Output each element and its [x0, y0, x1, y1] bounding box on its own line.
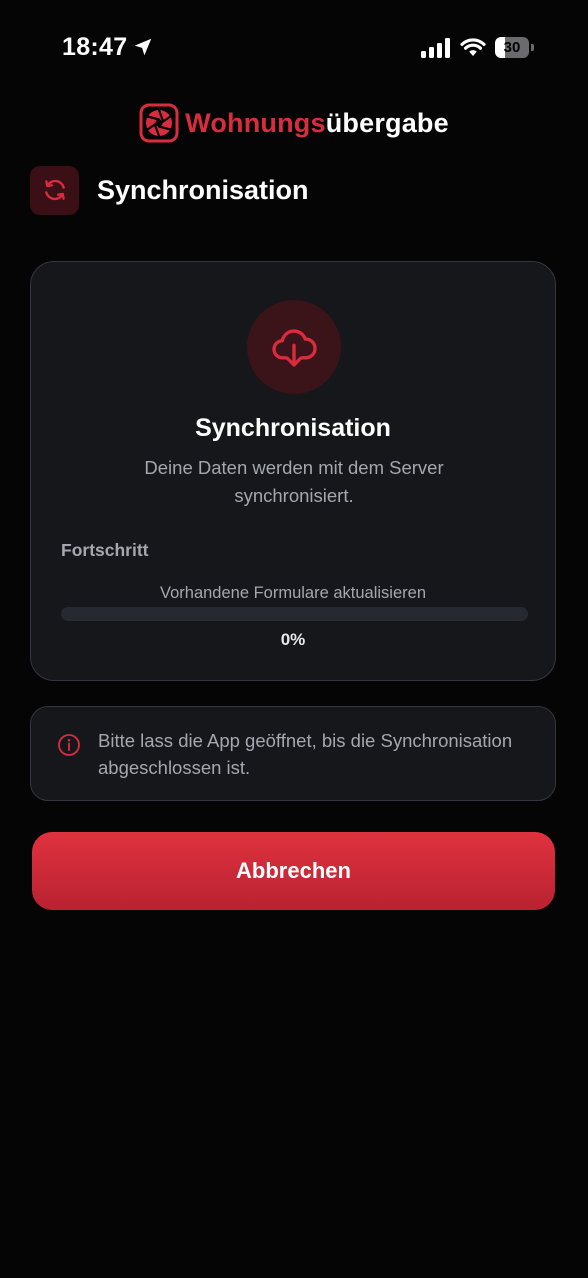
progress-bar	[61, 607, 528, 621]
battery-nub	[531, 44, 534, 51]
aperture-logo-icon	[139, 103, 179, 143]
cloud-download-icon	[272, 329, 317, 367]
info-icon	[58, 734, 80, 756]
status-time: 18:47	[62, 33, 128, 61]
progress-percent: 0%	[280, 630, 306, 649]
sync-card: Synchronisation Deine Daten werden mit d…	[30, 261, 556, 681]
sync-icon	[44, 179, 65, 201]
cellular-signal-icon	[421, 38, 450, 58]
progress-label: Fortschritt	[61, 540, 149, 560]
page-title: Synchronisation	[97, 174, 309, 205]
status-bar: 18:47 30	[0, 0, 588, 96]
wifi-icon	[460, 38, 486, 56]
page-header: Synchronisation	[30, 165, 309, 215]
brand-name-rest: übergabe	[325, 107, 449, 138]
sync-screen: 18:47 30 Wohnungsübergabe Synchronisatio…	[0, 0, 588, 1278]
info-box: Bitte lass die App geöffnet, bis die Syn…	[30, 706, 556, 801]
location-arrow-icon	[134, 38, 152, 56]
cancel-button[interactable]: Abbrechen	[32, 832, 555, 910]
cloud-icon-circle	[247, 300, 341, 394]
sync-tile	[30, 165, 79, 215]
info-text: Bitte lass die App geöffnet, bis die Syn…	[98, 730, 513, 778]
brand-header: Wohnungsübergabe	[0, 100, 588, 146]
battery-body: 30	[495, 37, 529, 58]
card-title: Synchronisation	[195, 414, 391, 442]
battery-indicator: 30	[495, 37, 535, 58]
progress-step-text: Vorhandene Formulare aktualisieren	[160, 584, 426, 602]
card-description: Deine Daten werden mit dem Server synchr…	[144, 457, 444, 506]
brand-name: Wohnungsübergabe	[185, 108, 449, 139]
battery-level: 30	[503, 39, 521, 56]
brand-name-accent: Wohnungs	[185, 107, 326, 138]
